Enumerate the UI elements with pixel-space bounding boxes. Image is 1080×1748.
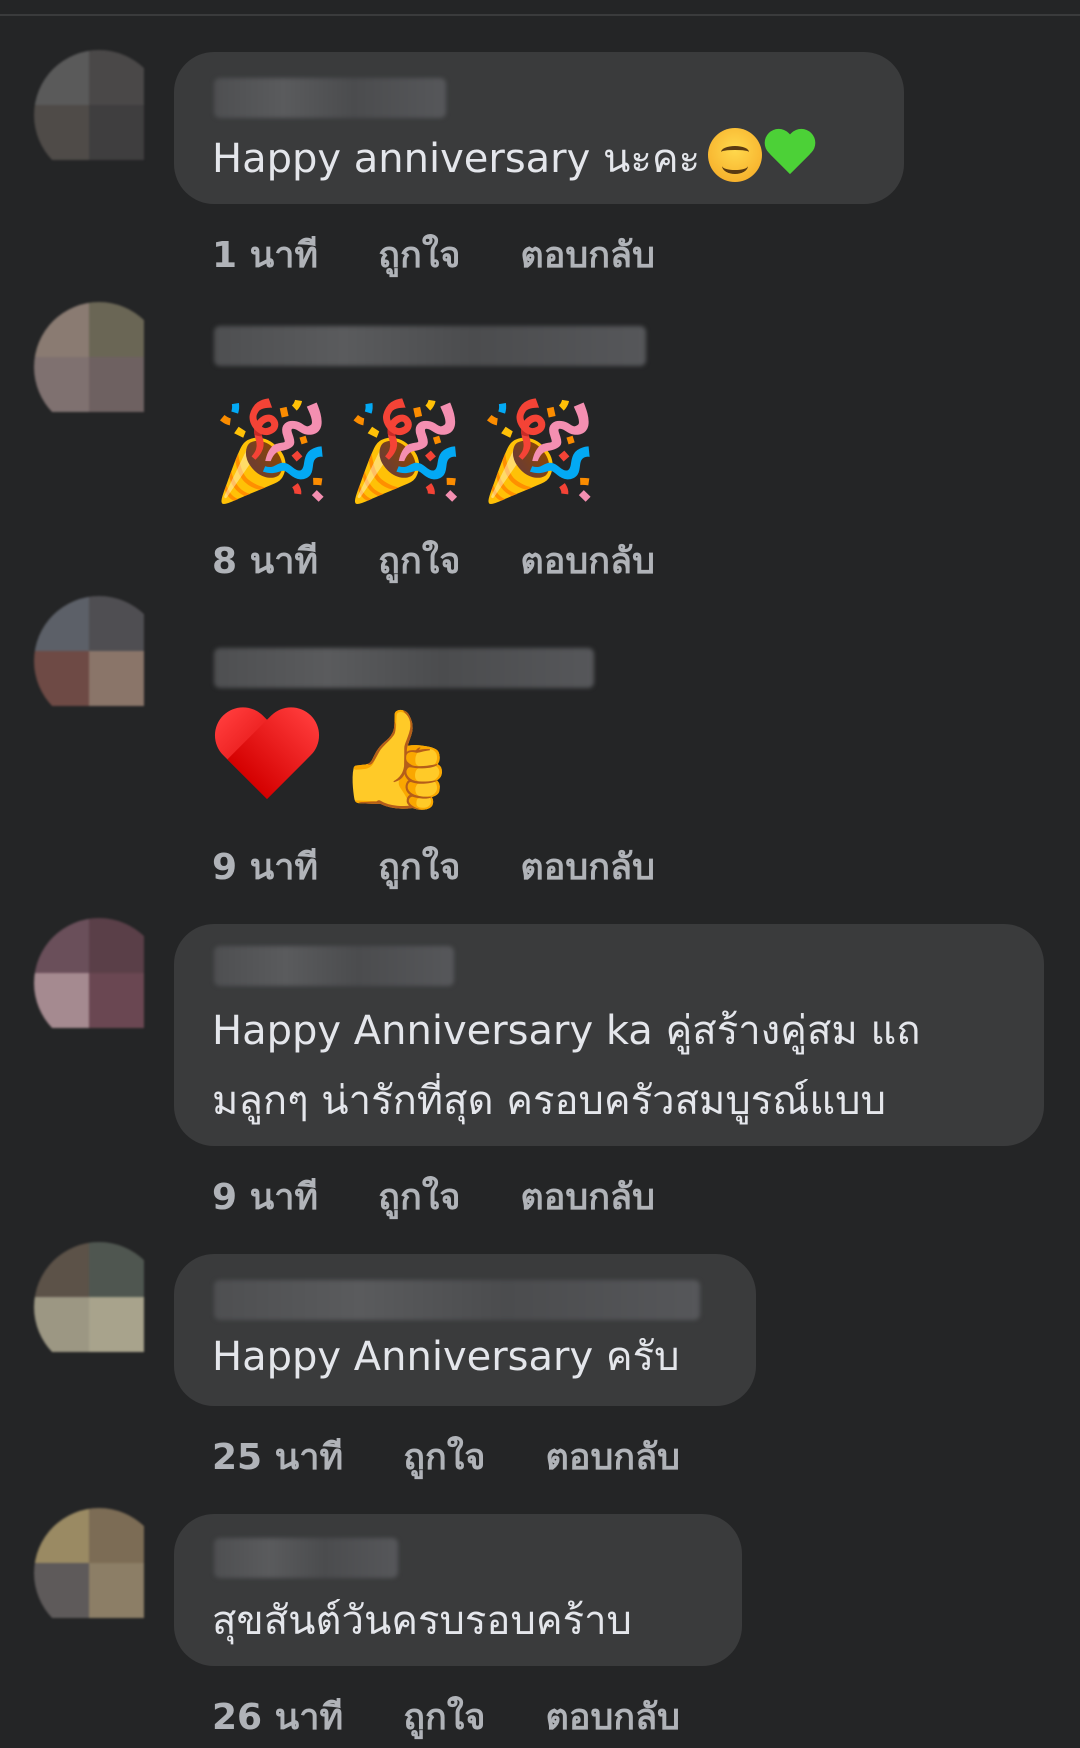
comment-actions: 26 นาที ถูกใจ ตอบกลับ bbox=[212, 1688, 680, 1738]
like-link[interactable]: ถูกใจ bbox=[378, 838, 460, 888]
party-popper-icon: 🎉 bbox=[345, 395, 466, 507]
avatar[interactable] bbox=[34, 1508, 164, 1638]
emoji-reactions: 🎉 🎉 🎉 bbox=[212, 396, 599, 506]
comment-time: 9 นาที bbox=[212, 847, 319, 888]
thumbs-up-icon: 👍 bbox=[336, 703, 456, 815]
commenter-name-blurred[interactable] bbox=[214, 326, 646, 366]
party-popper-icon: 🎉 bbox=[212, 395, 332, 507]
comment-text-line-1: Happy Anniversary ka คู่สร้างคู่สม แถ bbox=[212, 1008, 921, 1054]
comment-time: 1 นาที bbox=[212, 235, 319, 276]
like-link[interactable]: ถูกใจ bbox=[403, 1428, 485, 1478]
comment-actions: 9 นาที ถูกใจ ตอบกลับ bbox=[212, 1168, 655, 1218]
comment-text-line-2: มลูกๆ น่ารักที่สุด ครอบครัวสมบูรณ์แบบ bbox=[212, 1078, 886, 1124]
comment-actions: 9 นาที ถูกใจ ตอบกลับ bbox=[212, 838, 655, 888]
comment-time: 25 นาที bbox=[212, 1437, 344, 1478]
comment-text: Happy anniversary นะคะ bbox=[212, 124, 818, 194]
party-popper-icon: 🎉 bbox=[479, 395, 599, 507]
commenter-name-blurred[interactable] bbox=[214, 78, 446, 118]
like-link[interactable]: ถูกใจ bbox=[378, 532, 460, 582]
avatar[interactable] bbox=[34, 50, 164, 180]
comment-actions: 1 นาที ถูกใจ ตอบกลับ bbox=[212, 226, 655, 276]
reply-link[interactable]: ตอบกลับ bbox=[545, 1428, 680, 1478]
commenter-name-blurred[interactable] bbox=[214, 946, 454, 986]
comment-text: Happy Anniversary ครับ bbox=[212, 1334, 680, 1380]
like-link[interactable]: ถูกใจ bbox=[378, 226, 460, 276]
emoji-reactions: 👍 bbox=[212, 704, 456, 814]
commenter-name-blurred[interactable] bbox=[214, 648, 594, 688]
reply-link[interactable]: ตอบกลับ bbox=[520, 838, 655, 888]
avatar[interactable] bbox=[34, 1242, 164, 1372]
reply-link[interactable]: ตอบกลับ bbox=[545, 1688, 680, 1738]
green-heart-icon bbox=[762, 130, 818, 180]
avatar[interactable] bbox=[34, 918, 164, 1048]
reply-link[interactable]: ตอบกลับ bbox=[520, 226, 655, 276]
red-heart-icon bbox=[212, 709, 322, 809]
reply-link[interactable]: ตอบกลับ bbox=[520, 1168, 655, 1218]
comment-actions: 25 นาที ถูกใจ ตอบกลับ bbox=[212, 1428, 680, 1478]
like-link[interactable]: ถูกใจ bbox=[403, 1688, 485, 1738]
smiling-face-icon bbox=[708, 128, 763, 182]
comment-time: 26 นาที bbox=[212, 1697, 344, 1738]
comment-actions: 8 นาที ถูกใจ ตอบกลับ bbox=[212, 532, 655, 582]
avatar[interactable] bbox=[34, 596, 164, 726]
comment-time: 9 นาที bbox=[212, 1177, 319, 1218]
reply-link[interactable]: ตอบกลับ bbox=[520, 532, 655, 582]
comment-text: สุขสันต์วันครบรอบคร้าบ bbox=[212, 1598, 632, 1644]
commenter-name-blurred[interactable] bbox=[214, 1280, 700, 1320]
like-link[interactable]: ถูกใจ bbox=[378, 1168, 460, 1218]
commenter-name-blurred[interactable] bbox=[214, 1538, 398, 1578]
top-divider bbox=[0, 14, 1080, 16]
comment-time: 8 นาที bbox=[212, 541, 319, 582]
avatar[interactable] bbox=[34, 302, 164, 432]
